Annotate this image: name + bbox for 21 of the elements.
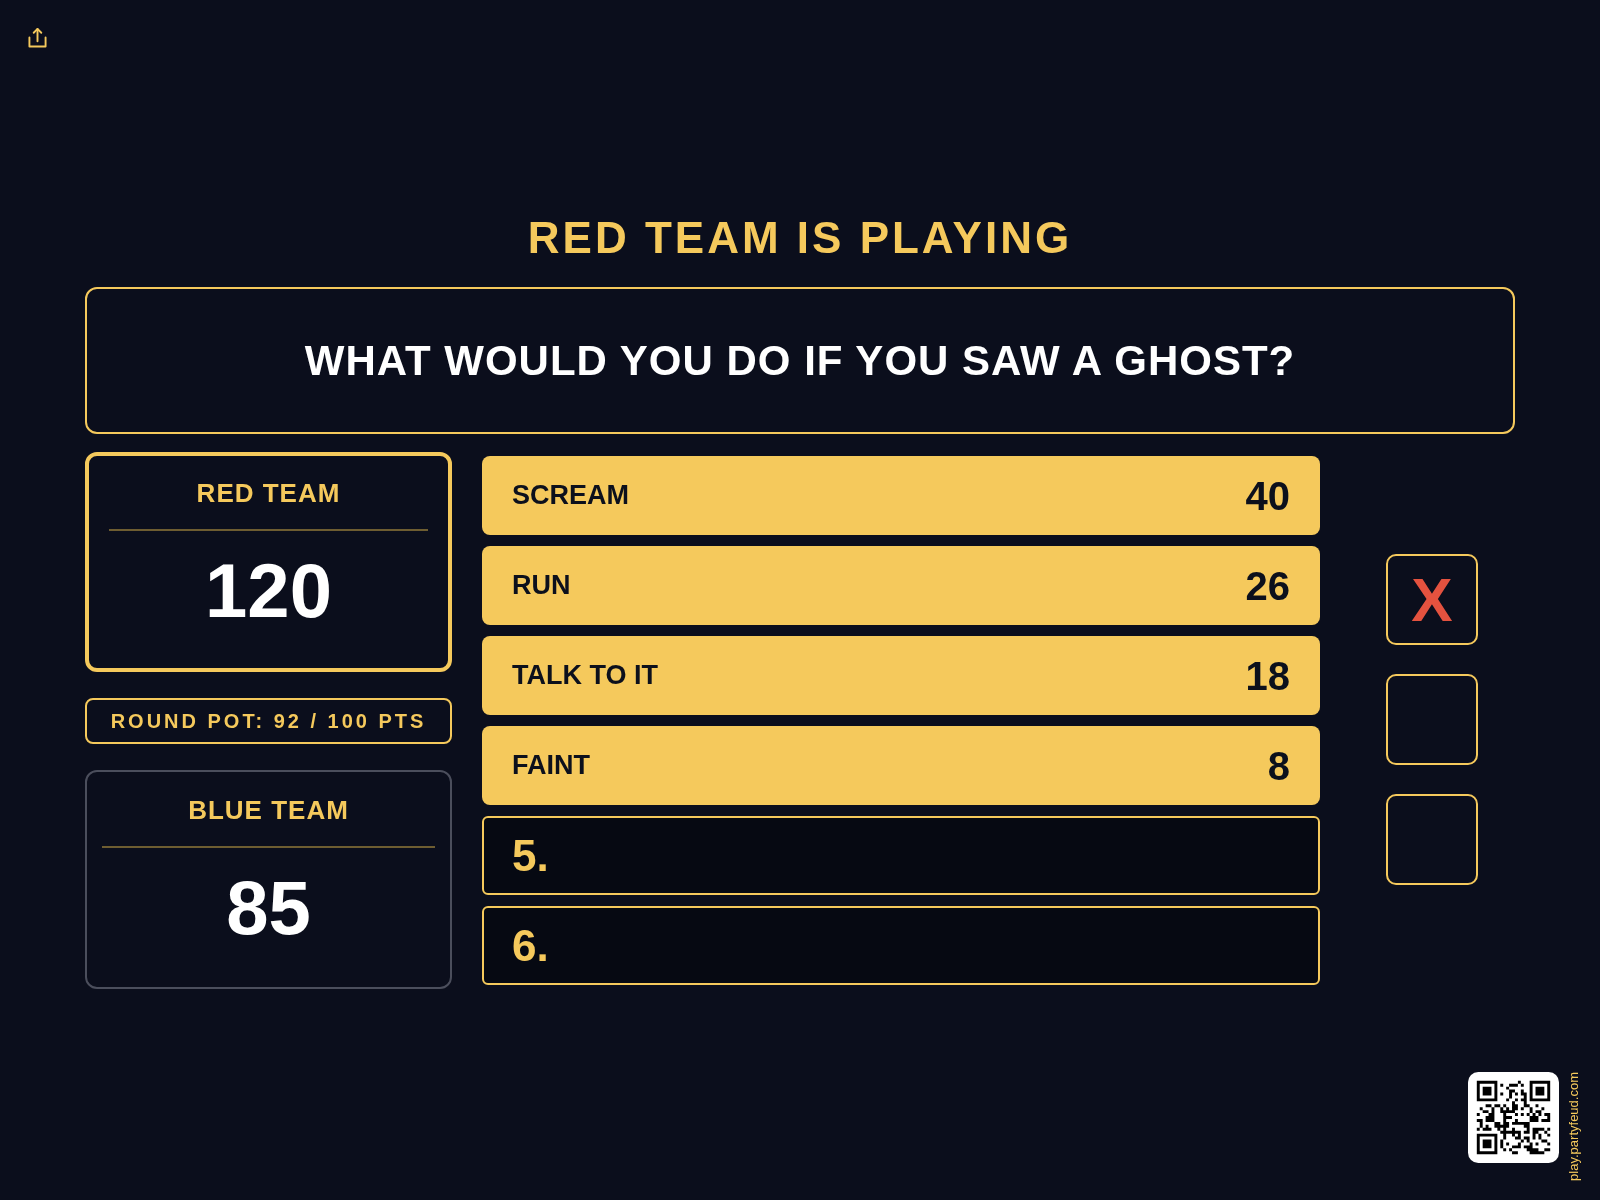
answer-points: 18 xyxy=(1245,655,1290,696)
answer-text: TALK TO IT xyxy=(512,662,658,689)
strike-mark: X xyxy=(1411,568,1453,631)
team-score: 120 xyxy=(205,553,332,629)
answer-points: 26 xyxy=(1245,565,1290,606)
question-text: WHAT WOULD YOU DO IF YOU SAW A GHOST? xyxy=(304,339,1296,382)
answer-text: RUN xyxy=(512,572,571,599)
team-name: BLUE TEAM xyxy=(188,797,349,823)
turn-status-text: RED TEAM IS PLAYING xyxy=(527,216,1073,260)
answer-text: SCREAM xyxy=(512,482,629,509)
answer-number: 5. xyxy=(512,833,549,878)
answer-number: 6. xyxy=(512,923,549,968)
qr-code-icon xyxy=(1468,1072,1559,1163)
team-score: 85 xyxy=(226,870,311,946)
answer-points: 8 xyxy=(1267,745,1290,786)
round-pot-banner: ROUND POT: 92 / 100 PTS xyxy=(85,698,452,744)
answer-text: FAINT xyxy=(512,752,590,779)
share-icon[interactable] xyxy=(28,27,47,48)
answer-points: 40 xyxy=(1245,475,1290,516)
site-url-text: play.partyfeud.com xyxy=(1567,1072,1580,1181)
team-name: RED TEAM xyxy=(196,480,341,506)
